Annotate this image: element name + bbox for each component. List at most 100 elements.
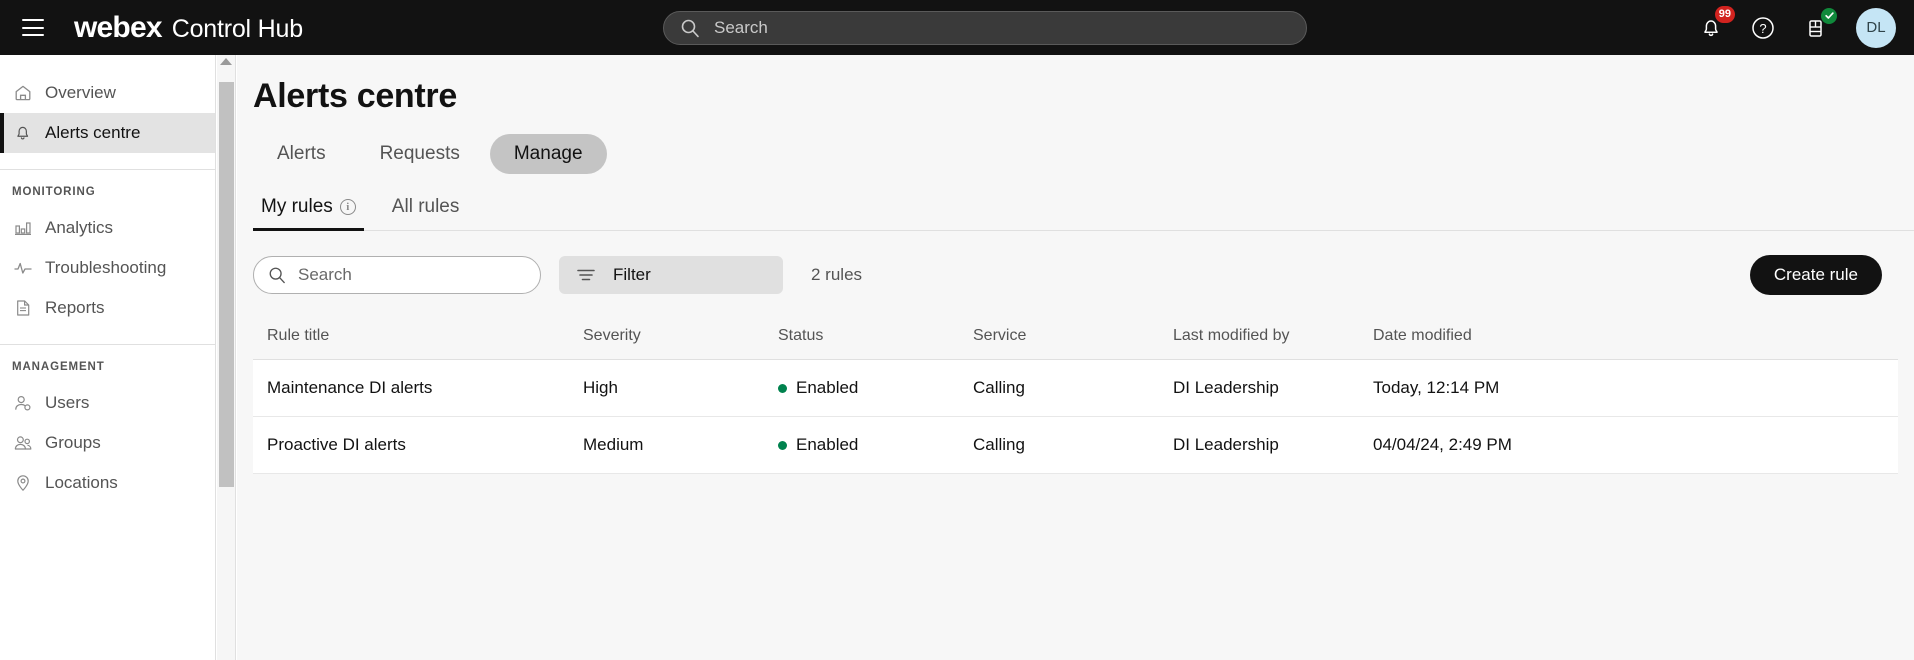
primary-tab-group: Alerts Requests Manage [253, 134, 1914, 174]
column-header-service[interactable]: Service [973, 317, 1173, 360]
brand-logo[interactable]: webex Control Hub [74, 11, 303, 45]
search-icon [681, 19, 699, 38]
sidebar-top-spacer [0, 55, 215, 73]
sidebar-scrollbar-track[interactable] [217, 55, 236, 660]
map-pin-icon [12, 473, 33, 494]
table-header-row: Rule title Severity Status Service Last … [253, 317, 1898, 360]
cell-service: Calling [973, 416, 1173, 474]
column-header-rule-title[interactable]: Rule title [253, 317, 583, 360]
column-header-date-modified[interactable]: Date modified [1373, 317, 1898, 360]
sidebar-item-label: Analytics [45, 218, 114, 237]
sidebar-item-label: Overview [45, 83, 116, 102]
sidebar-scrollbar-thumb[interactable] [219, 82, 234, 487]
help-question-icon: ? [1752, 16, 1774, 39]
cell-status: Enabled [778, 416, 973, 474]
rules-table-header: Rule title Severity Status Service Last … [253, 317, 1898, 360]
table-row[interactable]: Maintenance DI alerts High Enabled Calli… [253, 359, 1898, 417]
tab-requests[interactable]: Requests [356, 134, 484, 174]
sidebar-item-label: Locations [45, 473, 118, 492]
sidebar-item-users[interactable]: Users [0, 383, 215, 423]
rules-count-label: 2 rules [811, 265, 863, 284]
global-search-input[interactable]: Search [663, 11, 1307, 45]
subtab-label: All rules [391, 196, 460, 217]
main-content: Alerts centre Alerts Requests Manage My … [237, 55, 1914, 660]
sidebar-item-label: Users [45, 393, 90, 412]
status-badge: Enabled [778, 378, 973, 398]
avatar-initials: DL [1866, 19, 1886, 36]
notifications-button[interactable]: 99 [1696, 5, 1735, 43]
rules-table-container: Rule title Severity Status Service Last … [253, 317, 1898, 474]
rules-table: Rule title Severity Status Service Last … [253, 317, 1898, 474]
top-bar-actions: 99 ? DL [1696, 0, 1896, 55]
rules-search-input[interactable]: Search [253, 256, 541, 294]
sidebar-item-analytics[interactable]: Analytics [0, 208, 215, 248]
sidebar-item-label: Alerts centre [45, 123, 141, 142]
sidebar-item-label: Groups [45, 433, 101, 452]
report-document-icon [12, 298, 33, 319]
status-label: Enabled [796, 378, 859, 397]
bar-chart-icon [12, 218, 33, 239]
rules-toolbar: Search Filter 2 rules Create rule [253, 255, 1914, 295]
status-label: Enabled [796, 435, 859, 454]
table-row[interactable]: Proactive DI alerts Medium Enabled Calli… [253, 416, 1898, 474]
cell-date-modified: 04/04/24, 2:49 PM [1373, 416, 1898, 474]
filter-button[interactable]: Filter [559, 256, 783, 294]
sidebar-item-groups[interactable]: Groups [0, 423, 215, 463]
bell-icon [12, 123, 33, 144]
user-avatar[interactable]: DL [1856, 7, 1896, 48]
page-title: Alerts centre [253, 77, 457, 115]
sidebar-item-locations[interactable]: Locations [0, 463, 215, 503]
column-header-status[interactable]: Status [778, 317, 973, 360]
sidebar-item-troubleshooting[interactable]: Troubleshooting [0, 248, 215, 288]
sidebar-divider-1 [0, 169, 215, 170]
scroll-up-arrow-icon[interactable] [220, 58, 232, 65]
cell-date-modified: Today, 12:14 PM [1373, 359, 1898, 417]
help-button[interactable]: ? [1748, 13, 1778, 43]
tab-manage[interactable]: Manage [489, 134, 607, 174]
hamburger-menu-icon[interactable] [22, 19, 44, 36]
subtab-all-rules[interactable]: All rules [384, 192, 468, 231]
cell-last-modified-by: DI Leadership [1173, 416, 1373, 474]
cell-status: Enabled [778, 359, 973, 417]
svg-text:?: ? [1759, 21, 1766, 36]
status-dot-icon [778, 383, 787, 393]
sidebar-item-reports[interactable]: Reports [0, 288, 215, 328]
notifications-badge: 99 [1714, 5, 1735, 23]
left-sidebar: Overview Alerts centre MONITORING Analyt… [0, 55, 216, 660]
tasks-button[interactable] [1800, 7, 1837, 43]
brand-webex-text: webex [74, 10, 163, 44]
search-icon [269, 267, 285, 284]
column-header-last-modified-by[interactable]: Last modified by [1173, 317, 1373, 360]
info-icon[interactable]: i [339, 199, 356, 215]
sidebar-item-label: Reports [45, 298, 105, 317]
pulse-icon [12, 258, 33, 279]
tasks-complete-badge [1821, 7, 1837, 24]
column-header-severity[interactable]: Severity [583, 317, 778, 360]
check-icon [1824, 12, 1834, 19]
tab-alerts[interactable]: Alerts [253, 134, 350, 174]
brand-product-text: Control Hub [171, 14, 303, 43]
sidebar-item-label: Troubleshooting [45, 258, 167, 277]
cell-severity: High [583, 359, 778, 417]
cell-rule-title: Maintenance DI alerts [253, 359, 583, 417]
filter-button-label: Filter [613, 265, 651, 284]
global-search-placeholder: Search [714, 18, 768, 37]
secondary-tab-group: My rules i All rules [253, 192, 1914, 231]
sidebar-item-overview[interactable]: Overview [0, 73, 215, 113]
create-rule-button[interactable]: Create rule [1749, 255, 1882, 295]
user-gear-icon [12, 393, 33, 414]
home-icon [12, 83, 33, 104]
status-badge: Enabled [778, 435, 973, 455]
rules-table-body: Maintenance DI alerts High Enabled Calli… [253, 359, 1898, 474]
cell-rule-title: Proactive DI alerts [253, 416, 583, 474]
sidebar-group-monitoring-label: MONITORING [12, 186, 96, 198]
top-navigation-bar: webex Control Hub Search 99 ? DL [0, 0, 1914, 55]
sidebar-divider-2 [0, 344, 215, 345]
subtab-my-rules[interactable]: My rules i [253, 192, 364, 231]
users-icon [12, 433, 33, 454]
sidebar-item-alerts-centre[interactable]: Alerts centre [0, 113, 215, 153]
sidebar-group-management-label: MANAGEMENT [12, 361, 105, 373]
rules-search-placeholder: Search [298, 265, 352, 284]
filter-icon [577, 269, 595, 281]
cell-severity: Medium [583, 416, 778, 474]
